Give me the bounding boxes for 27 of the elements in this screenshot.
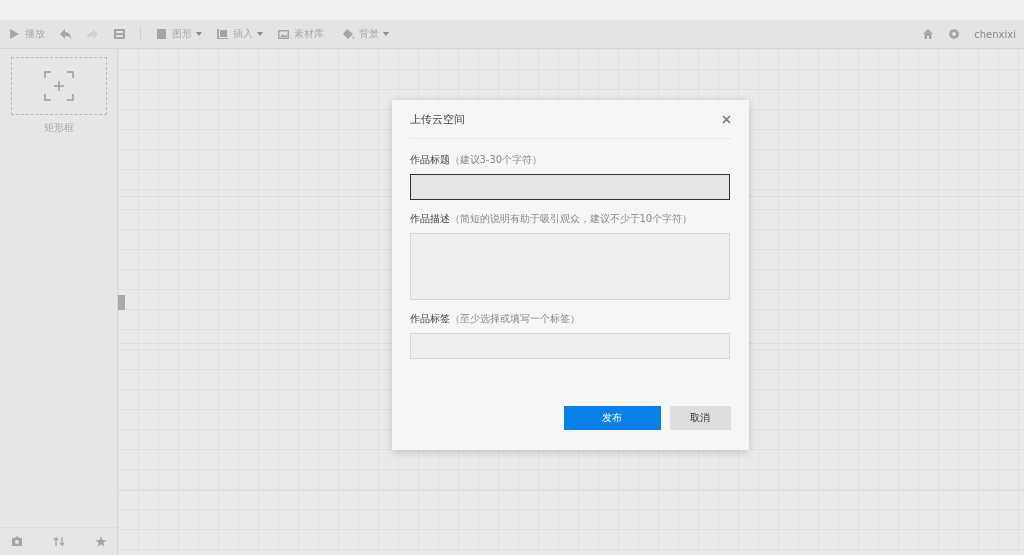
star-icon[interactable] [94,536,107,547]
field-label: 作品标题 [409,153,450,167]
home-icon[interactable] [922,28,935,40]
close-icon[interactable] [721,114,731,124]
title-field[interactable] [409,174,730,200]
dialog-title: 上传云空间 [409,111,465,127]
play-icon [8,28,21,40]
user-menu[interactable]: chenxixi [974,28,1016,40]
picture-frame-icon [277,28,290,40]
description-field[interactable] [409,233,730,300]
save-icon[interactable] [113,28,126,40]
collapse-handle[interactable] [118,295,125,310]
field-hint: （至少选择或填写一个标签） [449,312,580,326]
frame-thumbnail[interactable] [10,57,107,115]
field-hint: （建议3-30个字符） [449,153,543,167]
field-label: 作品描述 [409,212,450,226]
add-frame-icon [43,71,74,101]
cancel-button[interactable]: 取消 [669,406,731,430]
tags-field[interactable] [409,333,730,359]
swap-icon[interactable] [52,536,65,547]
field-label: 作品标签 [409,312,450,326]
field-hint: （简短的说明有助于吸引观众，建议不少于10个字符） [449,212,693,226]
undo-icon[interactable] [59,28,72,40]
publish-button[interactable]: 发布 [563,406,661,430]
camera-icon[interactable] [10,536,23,547]
square-icon [155,28,168,40]
settings-icon[interactable] [948,28,961,40]
